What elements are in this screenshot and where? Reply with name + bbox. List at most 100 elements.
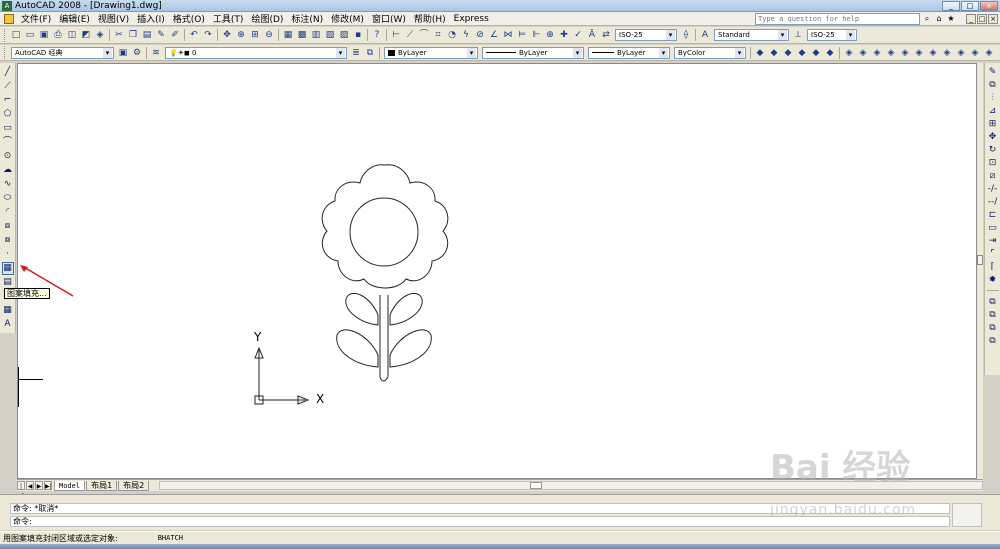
- dim-update-icon[interactable]: ⇄: [600, 29, 612, 41]
- table-style-select[interactable]: ISO-25: [807, 29, 857, 41]
- toolbar-grip[interactable]: [4, 46, 7, 59]
- circle-icon[interactable]: ⊙: [2, 150, 14, 163]
- join-icon[interactable]: ⇥: [987, 235, 999, 247]
- save-icon[interactable]: ▣: [38, 29, 50, 41]
- menu-format[interactable]: 格式(O): [169, 12, 209, 25]
- copy-object-icon[interactable]: ⧉: [987, 79, 999, 91]
- tab-layout2[interactable]: 布局2: [118, 480, 150, 491]
- ordinate-dim-icon[interactable]: ⌗: [432, 29, 444, 41]
- 3d-orbit-icon[interactable]: ◈: [983, 47, 995, 59]
- revision-cloud-icon[interactable]: ☁: [2, 164, 14, 177]
- block-editor-icon[interactable]: ✐: [169, 29, 181, 41]
- continue-dim-icon[interactable]: ⊩: [530, 29, 542, 41]
- drawing-canvas[interactable]: [17, 63, 977, 479]
- tab-model[interactable]: Model: [54, 480, 86, 491]
- menu-tools[interactable]: 工具(T): [209, 12, 248, 25]
- draworder-above-icon[interactable]: ⧉: [987, 322, 999, 334]
- document-icon[interactable]: [4, 13, 14, 24]
- extend-icon[interactable]: --/: [987, 196, 999, 208]
- array-icon[interactable]: ⊞: [987, 118, 999, 130]
- lineweight-select[interactable]: ByLayer: [588, 46, 670, 59]
- paste-icon[interactable]: ▤: [141, 29, 153, 41]
- break-icon[interactable]: ▭: [987, 222, 999, 234]
- arc-length-icon[interactable]: ⌒: [418, 29, 430, 41]
- 3d-orbit-icon[interactable]: ◈: [955, 47, 967, 59]
- horizontal-scroll-thumb[interactable]: [530, 482, 543, 489]
- explode-icon[interactable]: ✸: [987, 274, 999, 286]
- ellipse-icon[interactable]: ⬭: [2, 192, 14, 205]
- first-tab-button[interactable]: |◀: [17, 481, 25, 499]
- redo-icon[interactable]: ↷: [202, 29, 214, 41]
- trim-icon[interactable]: -/-: [987, 183, 999, 195]
- markup-icon[interactable]: ▨: [338, 29, 350, 41]
- qnew-icon[interactable]: □: [10, 29, 22, 41]
- toolbar-grip[interactable]: [4, 28, 7, 42]
- favorites-icon[interactable]: ★: [946, 13, 956, 24]
- communication-center-icon[interactable]: ⌂: [934, 13, 944, 24]
- hatch-icon[interactable]: ▦: [1, 261, 14, 275]
- 3d-orbit-icon[interactable]: ◈: [843, 47, 855, 59]
- plot-icon[interactable]: ⎙: [52, 29, 64, 41]
- plotstyle-select[interactable]: ByColor: [674, 46, 746, 59]
- dim-style-select[interactable]: ISO-25: [615, 29, 677, 41]
- menu-view[interactable]: 视图(V): [94, 12, 133, 25]
- polygon-icon[interactable]: ⬠: [2, 108, 14, 121]
- match-properties-icon[interactable]: ✎: [155, 29, 167, 41]
- minimize-button[interactable]: _: [942, 1, 960, 11]
- 3d-view-icon[interactable]: ◆: [810, 47, 822, 59]
- vertical-scrollbar[interactable]: [977, 63, 983, 479]
- maximize-button[interactable]: □: [961, 1, 979, 11]
- insert-block-icon[interactable]: ⧈: [2, 220, 14, 233]
- doc-restore-button[interactable]: □: [977, 14, 987, 24]
- 3d-orbit-icon[interactable]: ◈: [857, 47, 869, 59]
- line-icon[interactable]: ╱: [2, 66, 14, 79]
- menu-modify[interactable]: 修改(M): [327, 12, 368, 25]
- rectangle-icon[interactable]: ▭: [2, 122, 14, 135]
- draworder-under-icon[interactable]: ⧉: [987, 335, 999, 347]
- properties-icon[interactable]: ▦: [282, 29, 294, 41]
- baseline-dim-icon[interactable]: ⊨: [516, 29, 528, 41]
- dim-edit-icon[interactable]: ✓: [572, 29, 584, 41]
- copy-icon[interactable]: ❐: [127, 29, 139, 41]
- diameter-dim-icon[interactable]: ⊘: [474, 29, 486, 41]
- pan-icon[interactable]: ✥: [221, 29, 233, 41]
- tool-palettes-icon[interactable]: ▥: [310, 29, 322, 41]
- vertical-scroll-thumb[interactable]: [977, 255, 983, 265]
- point-icon[interactable]: ·: [2, 248, 14, 261]
- zoom-realtime-icon[interactable]: ⊕: [235, 29, 247, 41]
- design-center-icon[interactable]: ▩: [296, 29, 308, 41]
- help-icon[interactable]: ?: [371, 29, 383, 41]
- stretch-icon[interactable]: ⧄: [987, 170, 999, 182]
- gradient-icon[interactable]: ▤: [2, 276, 14, 289]
- workspace-settings-icon[interactable]: ▣: [117, 47, 129, 59]
- 3d-orbit-icon[interactable]: ◈: [899, 47, 911, 59]
- search-icon[interactable]: ⌕: [922, 13, 932, 24]
- rotate-icon[interactable]: ↻: [987, 144, 999, 156]
- 3d-view-icon[interactable]: ◆: [796, 47, 808, 59]
- next-tab-button[interactable]: ▶: [35, 481, 43, 490]
- menu-insert[interactable]: 插入(I): [133, 12, 169, 25]
- 3d-orbit-icon[interactable]: ◈: [941, 47, 953, 59]
- prev-tab-button[interactable]: ◀: [26, 481, 34, 490]
- scale-icon[interactable]: ⊡: [987, 157, 999, 169]
- undo-icon[interactable]: ↶: [188, 29, 200, 41]
- color-select[interactable]: ByLayer: [384, 46, 478, 59]
- draworder-back-icon[interactable]: ⧉: [987, 309, 999, 321]
- fillet-icon[interactable]: ⌈: [987, 261, 999, 273]
- tab-layout1[interactable]: 布局1: [86, 480, 118, 491]
- make-block-icon[interactable]: ⧇: [2, 234, 14, 247]
- quick-dim-icon[interactable]: ⋈: [502, 29, 514, 41]
- text-style-select[interactable]: Standard: [714, 29, 789, 41]
- 3d-orbit-icon[interactable]: ◈: [927, 47, 939, 59]
- doc-close-button[interactable]: ×: [988, 14, 998, 24]
- horizontal-scrollbar[interactable]: [159, 481, 983, 490]
- multiline-text-icon[interactable]: A: [2, 318, 14, 331]
- text-style-icon[interactable]: A: [699, 29, 711, 41]
- layer-previous-icon[interactable]: ⧉: [364, 47, 376, 59]
- arc-icon[interactable]: ⌒: [2, 136, 14, 149]
- erase-icon[interactable]: ✎: [987, 66, 999, 78]
- draworder-front-icon[interactable]: ⧉: [987, 296, 999, 308]
- layer-manager-icon[interactable]: ≋: [150, 47, 162, 59]
- 3d-view-icon[interactable]: ◆: [768, 47, 780, 59]
- zoom-window-icon[interactable]: ⊞: [249, 29, 261, 41]
